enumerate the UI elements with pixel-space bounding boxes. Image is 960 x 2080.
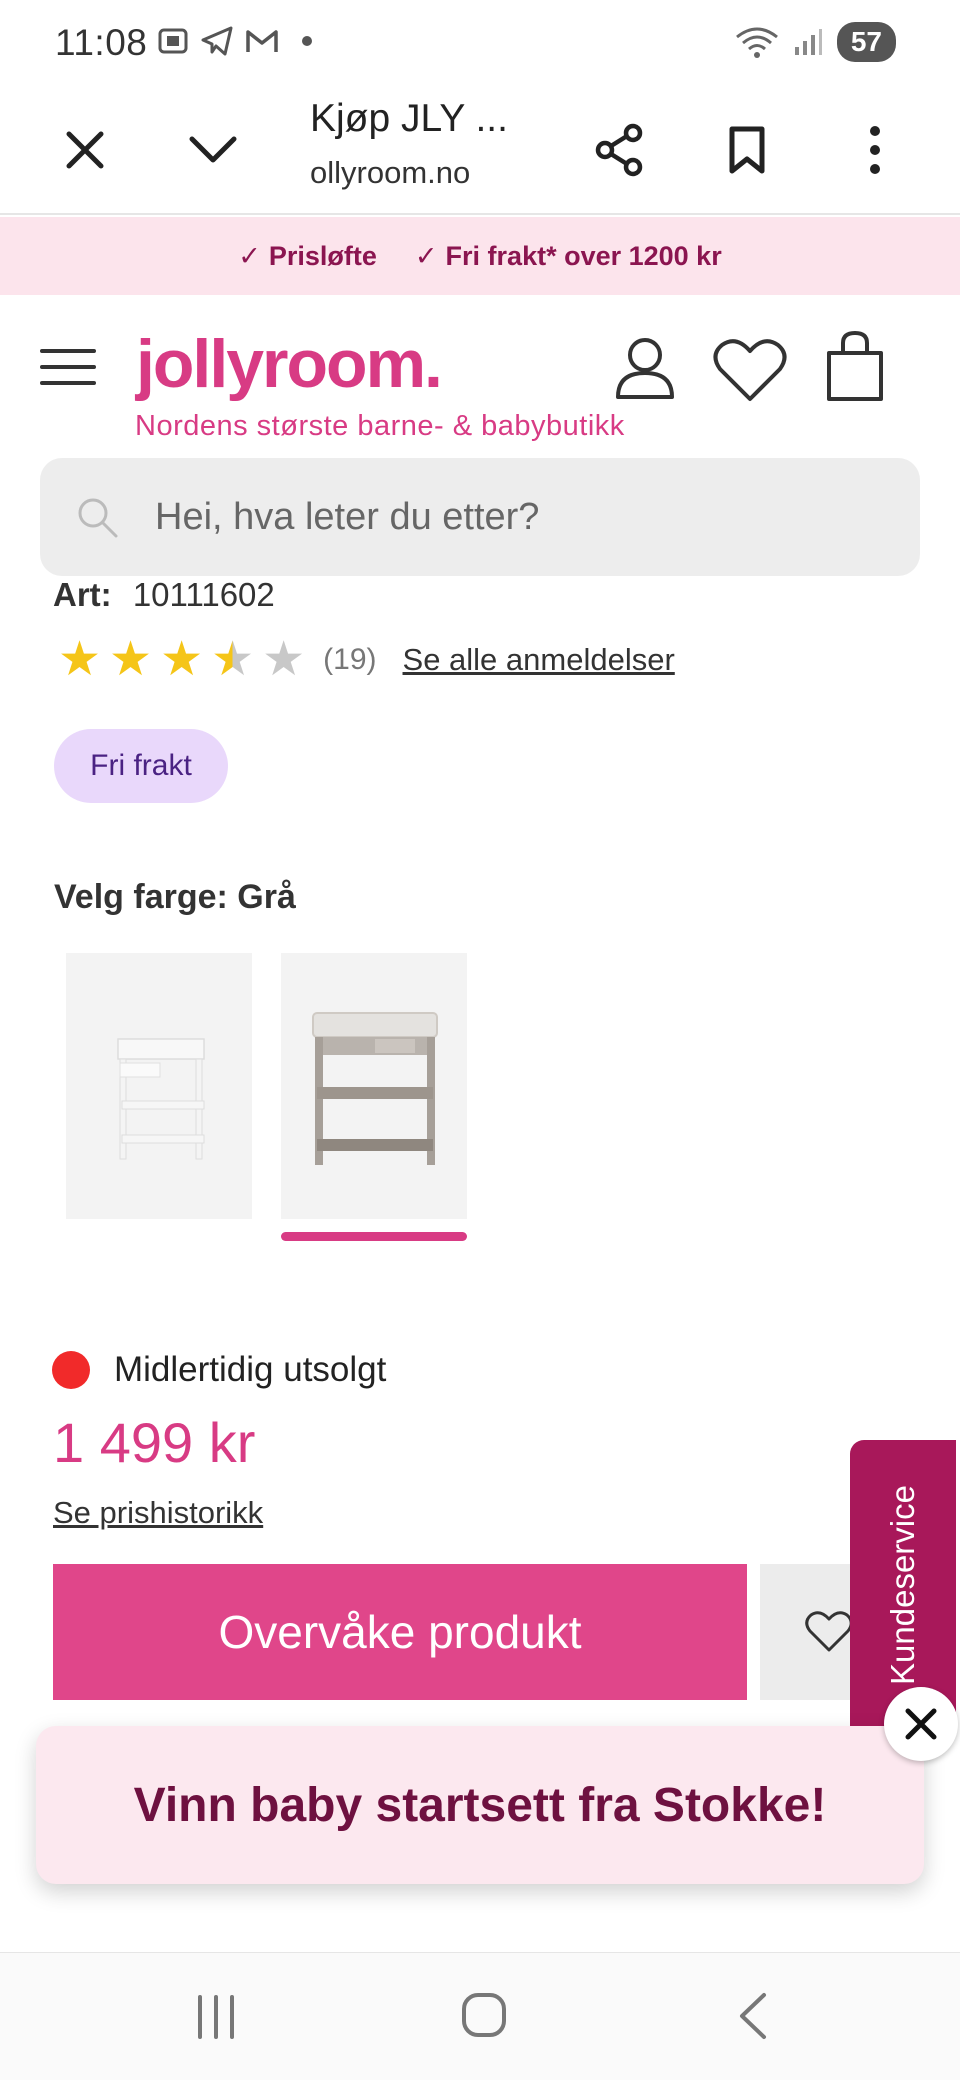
site-tagline: Nordens største barne- & babybutikk — [135, 410, 625, 442]
check-icon: ✓ — [238, 240, 261, 271]
account-button[interactable] — [612, 335, 678, 401]
color-swatch-grey[interactable] — [281, 953, 467, 1219]
color-swatch-white[interactable] — [66, 953, 252, 1219]
article-label: Art: — [53, 576, 112, 613]
tab-title: Kjøp JLY ... — [310, 97, 508, 140]
product-rating[interactable]: ★ ★ ★ ★ ★ (19) Se alle anmeldelser — [58, 636, 675, 684]
heart-icon — [713, 339, 787, 401]
wifi-icon — [735, 25, 779, 59]
back-icon — [740, 1993, 766, 2039]
home-button[interactable] — [460, 1991, 508, 2039]
promo-bar: ✓ Prisløfte ✓ Fri frakt* over 1200 kr — [0, 217, 960, 295]
more-vertical-icon — [870, 126, 880, 174]
promo-label: Prisløfte — [268, 240, 377, 271]
free-shipping-badge: Fri frakt — [54, 729, 228, 803]
shopping-bag-icon — [827, 331, 883, 401]
price-history-link[interactable]: Se prishistorikk — [53, 1495, 263, 1531]
site-logo[interactable]: jollyroom. — [136, 325, 443, 403]
star-full-icon: ★ — [109, 633, 153, 686]
article-value: 10111602 — [132, 576, 275, 613]
back-button[interactable] — [736, 1991, 770, 2041]
promo-item-free-shipping[interactable]: ✓ Fri frakt* over 1200 kr — [415, 241, 722, 272]
system-navigation-bar — [0, 1952, 960, 2080]
color-label: Velg farge: Grå — [54, 878, 296, 916]
home-icon — [462, 1993, 506, 2037]
search-placeholder: Hei, hva leter du etter? — [155, 496, 540, 538]
chevron-down-icon — [189, 136, 237, 163]
bookmark-button[interactable] — [712, 115, 782, 185]
close-icon — [905, 1708, 937, 1740]
selected-swatch-indicator — [281, 1232, 467, 1241]
close-icon — [66, 131, 104, 169]
recent-apps-button[interactable] — [194, 1993, 238, 2041]
promo-banner[interactable]: Vinn baby startsett fra Stokke! — [36, 1726, 924, 1884]
heart-icon — [805, 1611, 853, 1652]
customer-service-tab[interactable]: Kundeservice — [850, 1440, 956, 1730]
recent-apps-icon — [198, 1995, 234, 2039]
see-all-reviews-link[interactable]: Se alle anmeldelser — [403, 642, 675, 678]
promo-banner-text: Vinn baby startsett fra Stokke! — [133, 1778, 827, 1832]
review-count: (19) — [323, 643, 377, 676]
minimize-button[interactable] — [178, 115, 248, 185]
status-time: 11:08 — [55, 22, 148, 63]
watch-product-button[interactable]: Overvåke produkt — [53, 1564, 747, 1700]
telegram-icon — [200, 24, 234, 58]
user-icon — [616, 338, 674, 399]
cart-button[interactable] — [824, 331, 886, 403]
white-changing-table-image — [117, 1038, 205, 1160]
gmail-icon — [244, 24, 280, 58]
search-icon — [76, 496, 120, 540]
status-notification-icons — [156, 24, 312, 58]
more-options-button[interactable] — [840, 115, 910, 185]
check-icon: ✓ — [414, 240, 438, 271]
star-full-icon: ★ — [58, 633, 102, 686]
search-input[interactable]: Hei, hva leter du etter? — [40, 458, 920, 576]
grey-changing-table-image — [312, 1012, 438, 1165]
star-full-icon: ★ — [160, 633, 204, 686]
bookmark-icon — [729, 126, 765, 174]
status-bar: 11:08 57 — [0, 0, 960, 85]
status-system-icons: 57 — [735, 22, 896, 62]
star-half-icon: ★ — [211, 633, 255, 686]
browser-toolbar: Kjøp JLY ... ollyroom.no — [0, 85, 960, 215]
signal-icon — [793, 27, 823, 57]
share-button[interactable] — [585, 115, 655, 185]
article-number: Art: 10111602 — [53, 576, 275, 616]
battery-indicator: 57 — [836, 22, 896, 62]
star-empty-icon: ★ — [262, 633, 306, 686]
close-banner-button[interactable] — [884, 1687, 958, 1761]
product-price: 1 499 kr — [53, 1411, 256, 1474]
site-header: jollyroom. Nordens største barne- & baby… — [0, 295, 960, 455]
share-icon — [595, 123, 643, 177]
tab-url[interactable]: ollyroom.no — [310, 155, 470, 191]
menu-button[interactable] — [40, 347, 96, 387]
customer-service-label: Kundeservice — [884, 1485, 921, 1685]
promo-label: Fri frakt* over 1200 kr — [445, 240, 722, 271]
notification-dot — [302, 36, 312, 46]
promo-item-price-promise[interactable]: ✓ Prisløfte — [238, 241, 377, 272]
stock-status: Midlertidig utsolgt — [52, 1350, 386, 1390]
hamburger-icon — [40, 349, 96, 385]
screenshot-icon — [156, 24, 190, 58]
close-tab-button[interactable] — [50, 115, 120, 185]
stock-status-text: Midlertidig utsolgt — [114, 1350, 387, 1389]
wishlist-button[interactable] — [712, 337, 788, 403]
out-of-stock-dot — [52, 1351, 90, 1389]
